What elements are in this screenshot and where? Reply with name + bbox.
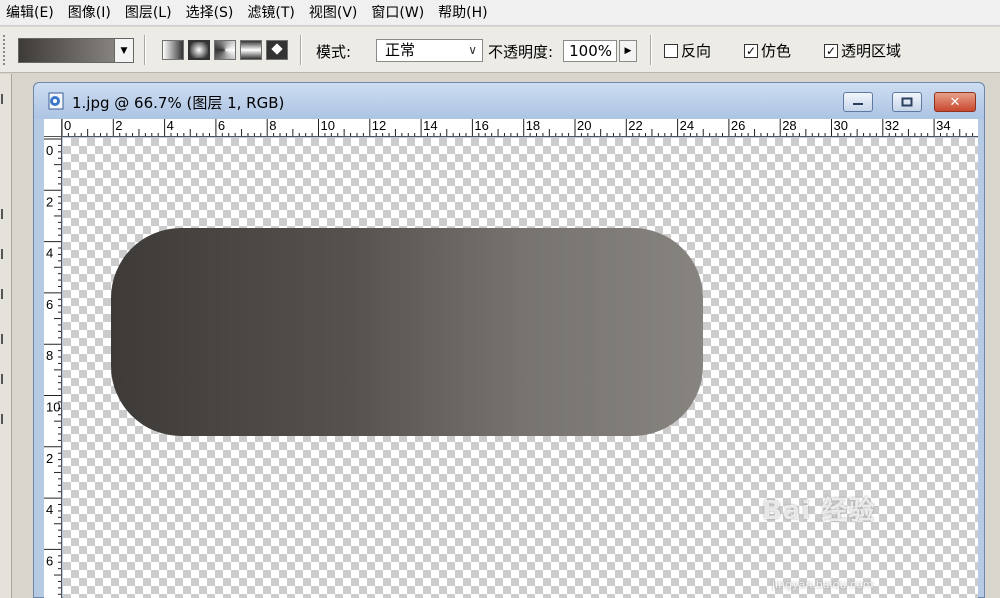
close-button[interactable]: ✕ — [934, 92, 976, 112]
chevron-down-icon: ∨ — [468, 43, 477, 57]
menu-help[interactable]: 帮助(H) — [432, 0, 495, 26]
ruler-label: 2 — [46, 194, 53, 209]
maximize-icon — [901, 97, 913, 107]
opacity-input[interactable]: 100% — [563, 40, 617, 62]
minimize-button[interactable] — [843, 92, 873, 112]
ruler-label: 0 — [46, 143, 53, 158]
ruler-label: 4 — [46, 502, 53, 517]
dither-checkbox-box[interactable]: ✓ — [744, 43, 758, 58]
ruler-label: 6 — [218, 119, 225, 133]
ruler-label: 26 — [731, 119, 745, 133]
divider — [650, 35, 652, 65]
ruler-label: 4 — [167, 119, 174, 133]
horizontal-ruler-ticks: 0 2 4 6 8 10 12 14 16 18 20 22 24 26 28 30 32 34 — [61, 119, 974, 136]
options-bar: ▼ 模式: 正常 ∨ 不透明度: 100% ▶ 反向 ✓ 仿色 ✓ 透明区域 — [0, 27, 1000, 73]
mode-label: 模式: — [316, 43, 352, 61]
dither-checkbox[interactable]: ✓ 仿色 — [744, 40, 791, 61]
ruler-label: 30 — [834, 119, 848, 133]
ruler-label: 4 — [46, 246, 53, 261]
tool-icon[interactable] — [1, 249, 9, 259]
transparency-checkbox[interactable]: ✓ 透明区域 — [824, 40, 901, 61]
maximize-button[interactable] — [892, 92, 922, 112]
rounded-rectangle-gradient-shape[interactable] — [111, 228, 703, 436]
menu-edit[interactable]: 编辑(E) — [0, 0, 62, 26]
horizontal-ruler[interactable]: 0 2 4 6 8 10 12 14 16 18 20 22 24 26 28 30 32 34 — [44, 119, 978, 137]
ruler-label: 8 — [46, 348, 53, 363]
vertical-ruler-ticks: 0 2 4 6 8 10 2 4 6 — [44, 138, 61, 595]
transparency-label: 透明区域 — [841, 42, 902, 60]
linear-gradient-icon[interactable] — [162, 40, 184, 60]
angle-gradient-icon[interactable] — [214, 40, 236, 60]
tool-icon[interactable] — [1, 289, 9, 299]
ruler-label: 8 — [269, 119, 276, 133]
document-titlebar[interactable]: 1.jpg @ 66.7% (图层 1, RGB) ✕ — [34, 83, 984, 119]
radial-gradient-icon[interactable] — [188, 40, 210, 60]
close-icon: ✕ — [949, 94, 961, 110]
ruler-label: 34 — [936, 119, 950, 133]
ruler-label: 28 — [782, 119, 796, 133]
ruler-label: 2 — [46, 451, 53, 466]
minimize-icon — [853, 103, 863, 105]
photoshop-document-icon — [48, 92, 64, 110]
divider — [144, 35, 146, 65]
dither-label: 仿色 — [761, 42, 792, 60]
mode-select[interactable]: 正常 ∨ — [376, 39, 483, 62]
ruler-label: 20 — [577, 119, 591, 133]
ruler-label: 2 — [115, 119, 122, 133]
vertical-ruler[interactable]: 0 2 4 6 8 10 2 4 6 — [44, 137, 62, 598]
diamond-gradient-icon[interactable] — [266, 40, 288, 60]
baidu-watermark: Bai 经验 — [762, 496, 876, 526]
menu-image[interactable]: 图像(I) — [62, 0, 119, 26]
ruler-label: 24 — [680, 119, 694, 133]
reverse-checkbox-box[interactable] — [664, 43, 678, 58]
opacity-label: 不透明度: — [488, 43, 554, 61]
ruler-label: 22 — [628, 119, 642, 133]
options-grip[interactable] — [3, 35, 9, 65]
divider — [300, 35, 302, 65]
ruler-label: 12 — [372, 119, 386, 133]
menu-layer[interactable]: 图层(L) — [119, 0, 180, 26]
ruler-label: 16 — [474, 119, 488, 133]
tool-icon[interactable] — [1, 334, 9, 344]
transparency-checkbox-box[interactable]: ✓ — [824, 43, 838, 58]
ruler-label: 10 — [46, 400, 60, 415]
toolbox-panel — [0, 74, 12, 598]
chevron-down-icon[interactable]: ▼ — [115, 39, 133, 62]
menu-select[interactable]: 选择(S) — [180, 0, 242, 26]
ruler-label: 10 — [321, 119, 335, 133]
ruler-label: 32 — [885, 119, 899, 133]
document-title: 1.jpg @ 66.7% (图层 1, RGB) — [72, 94, 285, 112]
image-canvas[interactable] — [63, 138, 978, 598]
mode-value: 正常 — [385, 41, 416, 59]
baidu-watermark-url: jingyan.baidu.com — [772, 578, 874, 591]
menu-view[interactable]: 视图(V) — [303, 0, 366, 26]
tool-icon[interactable] — [1, 414, 9, 424]
reverse-label: 反向 — [681, 42, 712, 60]
gradient-preview-swatch[interactable] — [19, 39, 115, 62]
reverse-checkbox[interactable]: 反向 — [664, 40, 711, 61]
reflected-gradient-icon[interactable] — [240, 40, 262, 60]
ruler-label: 18 — [526, 119, 540, 133]
tool-icon[interactable] — [1, 374, 9, 384]
ruler-label: 6 — [46, 553, 53, 568]
ruler-label: 14 — [423, 119, 437, 133]
opacity-slider-arrow-icon[interactable]: ▶ — [619, 40, 637, 62]
ruler-label: 6 — [46, 297, 53, 312]
tool-icon[interactable] — [1, 209, 9, 219]
menu-bar: 编辑(E) 图像(I) 图层(L) 选择(S) 滤镜(T) 视图(V) 窗口(W… — [0, 0, 1000, 26]
ruler-origin[interactable] — [44, 119, 62, 137]
menu-filter[interactable]: 滤镜(T) — [241, 0, 302, 26]
tool-icon[interactable] — [1, 94, 9, 104]
menu-window[interactable]: 窗口(W) — [365, 0, 432, 26]
ruler-label: 0 — [64, 119, 71, 133]
gradient-picker[interactable]: ▼ — [18, 38, 134, 63]
